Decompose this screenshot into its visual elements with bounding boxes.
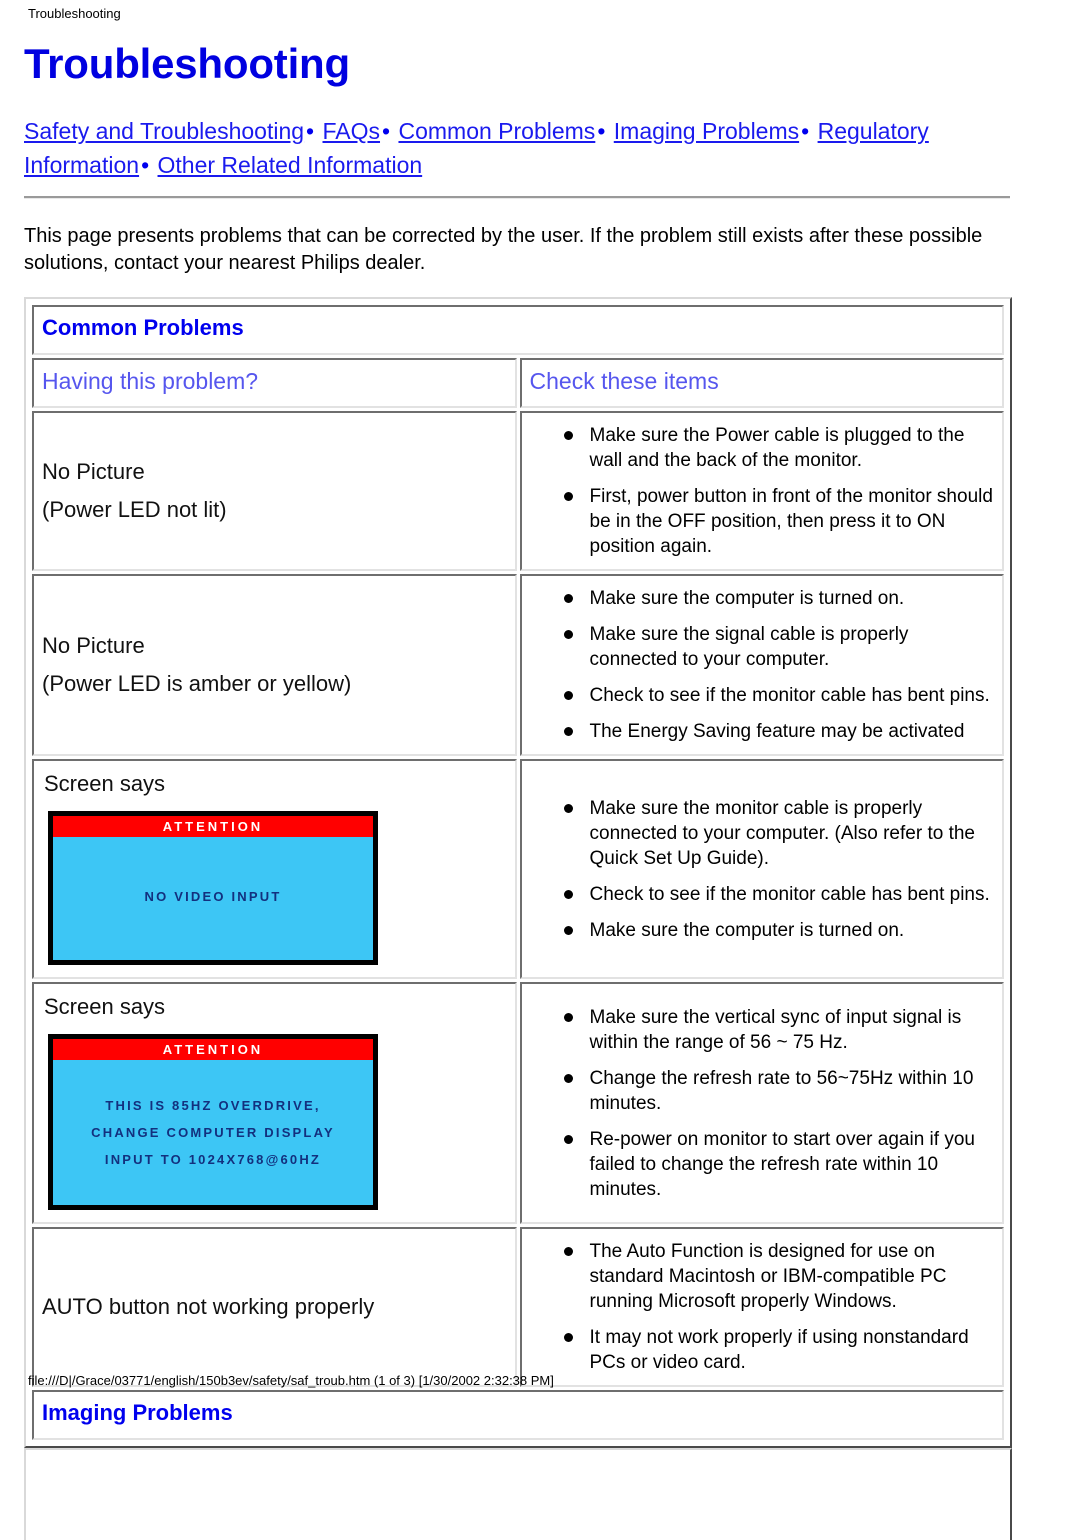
problem-cell: Screen says ATTENTION THIS IS 85HZ OVERD… — [32, 982, 517, 1224]
osd-body: THIS IS 85HZ OVERDRIVE, CHANGE COMPUTER … — [53, 1060, 373, 1205]
document-page: Troubleshooting Safety and Troubleshooti… — [0, 30, 1080, 1540]
list-item: Make sure the signal cable is properly c… — [563, 622, 995, 672]
problem-line-1: AUTO button not working properly — [42, 1294, 375, 1319]
list-item: The Auto Function is designed for use on… — [563, 1239, 995, 1314]
imaging-problems-table-continuation — [24, 1448, 1012, 1540]
column-header-check: Check these items — [519, 358, 1004, 408]
problem-text: AUTO button not working properly — [42, 1288, 507, 1326]
print-footer-path: file:///D|/Grace/03771/english/150b3ev/s… — [28, 1373, 554, 1388]
table-row: No Picture (Power LED is amber or yellow… — [32, 574, 1004, 756]
page-content: Troubleshooting Safety and Troubleshooti… — [24, 40, 1058, 1540]
osd-body: NO VIDEO INPUT — [53, 837, 373, 960]
common-problems-table: Common Problems Having this problem? Che… — [24, 297, 1012, 1448]
osd-title: ATTENTION — [53, 816, 373, 837]
nav-link-imaging-problems[interactable]: Imaging Problems — [614, 118, 799, 144]
checks-list: Make sure the vertical sync of input sig… — [530, 1005, 995, 1202]
nav-link-common-problems[interactable]: Common Problems — [398, 118, 595, 144]
nav-separator: • — [382, 118, 391, 144]
list-item: Make sure the vertical sync of input sig… — [563, 1005, 995, 1055]
nav-separator: • — [141, 152, 150, 178]
problem-text: No Picture (Power LED not lit) — [42, 453, 507, 529]
list-item: Change the refresh rate to 56~75Hz withi… — [563, 1066, 995, 1116]
list-item: Make sure the computer is turned on. — [563, 586, 995, 611]
osd-line: THIS IS 85HZ OVERDRIVE, — [105, 1098, 321, 1113]
problem-line-2: (Power LED not lit) — [42, 497, 227, 522]
page-title: Troubleshooting — [24, 40, 350, 87]
nav-separator: • — [801, 118, 810, 144]
list-item: Make sure the computer is turned on. — [563, 918, 995, 943]
section-title-imaging-problems: Imaging Problems — [32, 1390, 1004, 1440]
checks-cell: Make sure the monitor cable is properly … — [519, 759, 1004, 979]
nav-link-safety-and-troubleshooting[interactable]: Safety and Troubleshooting — [24, 118, 304, 144]
table-section-header-row: Common Problems — [32, 305, 1004, 355]
section-title-common-problems: Common Problems — [32, 305, 1004, 355]
problem-cell: Screen says ATTENTION NO VIDEO INPUT — [32, 759, 517, 979]
table-section-header-row: Imaging Problems — [32, 1390, 1004, 1440]
table-row: AUTO button not working properly The Aut… — [32, 1227, 1004, 1387]
nav-separator: • — [306, 118, 315, 144]
list-item: Make sure the monitor cable is properly … — [563, 796, 995, 871]
osd-message-no-video-input: ATTENTION NO VIDEO INPUT — [48, 811, 378, 965]
list-item: Check to see if the monitor cable has be… — [563, 882, 995, 907]
problem-line-1: No Picture — [42, 633, 145, 658]
checks-list: Make sure the computer is turned on. Mak… — [530, 586, 995, 744]
problem-line-2: (Power LED is amber or yellow) — [42, 671, 352, 696]
nav-link-faqs[interactable]: FAQs — [323, 118, 381, 144]
list-item: Make sure the Power cable is plugged to … — [563, 423, 995, 473]
nav-separator: • — [597, 118, 606, 144]
osd-line: NO VIDEO INPUT — [144, 889, 282, 904]
list-item: Re-power on monitor to start over again … — [563, 1127, 995, 1202]
checks-cell: Make sure the vertical sync of input sig… — [519, 982, 1004, 1224]
list-item: Check to see if the monitor cable has be… — [563, 683, 995, 708]
problem-line-1: Screen says — [44, 771, 166, 796]
checks-cell: Make sure the Power cable is plugged to … — [519, 411, 1004, 571]
osd-line: CHANGE COMPUTER DISPLAY — [91, 1125, 335, 1140]
checks-cell: The Auto Function is designed for use on… — [519, 1227, 1004, 1387]
nav-link-other-related-information[interactable]: Other Related Information — [158, 152, 423, 178]
intro-paragraph: This page presents problems that can be … — [24, 225, 983, 274]
print-header-title: Troubleshooting — [28, 6, 121, 21]
table-row: Screen says ATTENTION NO VIDEO INPUT Mak… — [32, 759, 1004, 979]
table-row: No Picture (Power LED not lit) Make sure… — [32, 411, 1004, 571]
checks-cell: Make sure the computer is turned on. Mak… — [519, 574, 1004, 756]
checks-list: Make sure the monitor cable is properly … — [530, 796, 995, 943]
list-item: The Energy Saving feature may be activat… — [563, 719, 995, 744]
osd-line: INPUT TO 1024X768@60HZ — [104, 1152, 322, 1167]
breadcrumb-nav: Safety and Troubleshooting• FAQs• Common… — [24, 114, 1024, 182]
list-item: First, power button in front of the moni… — [563, 484, 995, 559]
problem-cell: No Picture (Power LED not lit) — [32, 411, 517, 571]
problem-line-1: No Picture — [42, 459, 145, 484]
problem-cell: AUTO button not working properly — [32, 1227, 517, 1387]
problem-text: No Picture (Power LED is amber or yellow… — [42, 627, 507, 703]
checks-list: The Auto Function is designed for use on… — [530, 1239, 995, 1375]
osd-message-overdrive: ATTENTION THIS IS 85HZ OVERDRIVE, CHANGE… — [48, 1034, 378, 1210]
problem-line-1: Screen says — [44, 994, 166, 1019]
list-item: It may not work properly if using nonsta… — [563, 1325, 995, 1375]
osd-title: ATTENTION — [53, 1039, 373, 1060]
table-column-header-row: Having this problem? Check these items — [32, 358, 1004, 408]
column-header-problem: Having this problem? — [32, 358, 517, 408]
checks-list: Make sure the Power cable is plugged to … — [530, 423, 995, 559]
table-row: Screen says ATTENTION THIS IS 85HZ OVERD… — [32, 982, 1004, 1224]
horizontal-divider — [24, 196, 1010, 199]
problem-cell: No Picture (Power LED is amber or yellow… — [32, 574, 517, 756]
